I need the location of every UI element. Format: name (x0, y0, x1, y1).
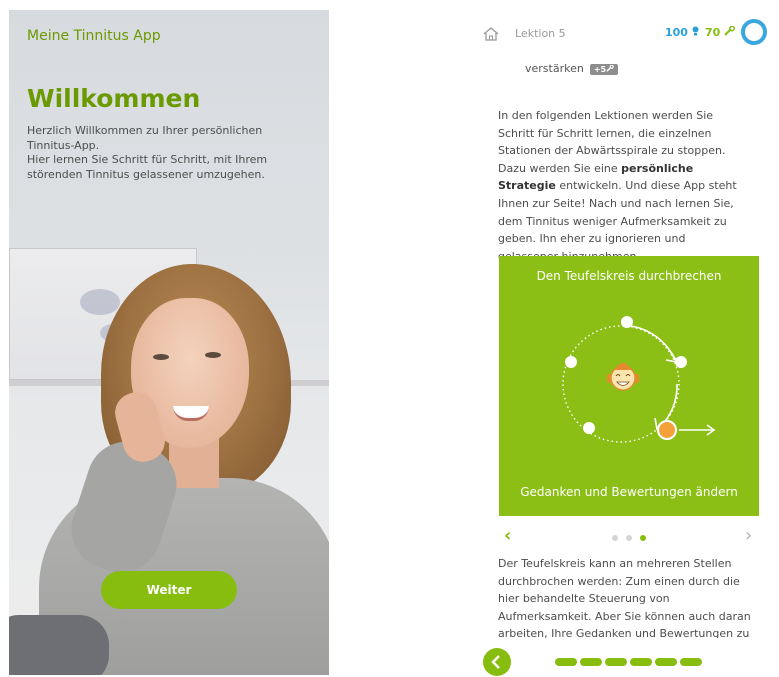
lesson-label: Lektion 5 (515, 27, 566, 40)
right-eye (205, 352, 221, 358)
woman-photo (9, 242, 329, 675)
points-value: 100 (665, 26, 688, 39)
wrench-icon (606, 64, 614, 72)
chevron-left-icon (491, 655, 500, 669)
smiling-face-icon (607, 363, 639, 391)
progress-segment (555, 658, 577, 666)
cycle-node (565, 356, 577, 368)
progress-segment (655, 658, 677, 666)
top-bar: Lektion 5 100 70 (469, 14, 779, 50)
chevron-left-icon[interactable]: ‹ (504, 527, 511, 545)
lesson-content[interactable]: verstärken +5 In den folgenden Lektionen … (475, 55, 775, 638)
progress-segment (580, 658, 602, 666)
bonus-badge: +5 (589, 64, 619, 75)
progress-segment (605, 658, 627, 666)
progress-segment (630, 658, 652, 666)
welcome-screen: Meine Tinnitus App Willkommen Herzlich W… (9, 10, 329, 675)
carousel-pager: ‹ › (475, 527, 775, 547)
chevron-right-icon[interactable]: › (745, 527, 752, 545)
progress-ring-icon[interactable] (741, 19, 767, 45)
tools-value: 70 (705, 26, 721, 39)
carousel-dot[interactable] (626, 535, 632, 541)
wrench-icon (724, 25, 736, 39)
bulb-icon (692, 26, 699, 39)
previous-line-text: verstärken (525, 62, 584, 75)
card-subtitle: Gedanken und Bewertungen ändern (520, 485, 738, 499)
carousel-dot[interactable] (612, 535, 618, 541)
back-button[interactable] (483, 648, 511, 676)
intro-line-2: Hier lernen Sie Schritt für Schritt, mit… (27, 153, 268, 181)
intro-line-1: Herzlich Willkommen zu Ihrer persönliche… (27, 124, 263, 152)
home-icon[interactable] (483, 26, 499, 45)
cycle-node (583, 422, 595, 434)
welcome-intro: Herzlich Willkommen zu Ihrer persönliche… (27, 124, 292, 182)
progress-segment (680, 658, 702, 666)
bottom-bar (469, 638, 779, 677)
bonus-badge-value: +5 (593, 65, 607, 74)
points-counter: 100 (665, 26, 699, 39)
lesson-screen: Lektion 5 100 70 verstärken +5 In den fol… (469, 0, 779, 677)
lesson-paragraph-1: In den folgenden Lektionen werden Sie Sc… (498, 107, 748, 265)
left-eye (153, 354, 169, 360)
cycle-diagram (562, 316, 716, 443)
previous-line: verstärken +5 (525, 62, 619, 75)
chair (9, 615, 109, 675)
lesson-paragraph-2: Der Teufelskreis kann an mehreren Stelle… (498, 557, 751, 638)
carousel-dot-active[interactable] (640, 535, 646, 541)
vicious-circle-card[interactable]: Den Teufelskreis durchbrechen Gedanken u… (499, 256, 759, 516)
app-title: Meine Tinnitus App (27, 28, 161, 44)
cycle-break-node (657, 420, 677, 440)
welcome-title: Willkommen (27, 84, 201, 113)
tools-counter: 70 (705, 25, 736, 39)
cycle-node (675, 356, 687, 368)
continue-button[interactable]: Weiter (101, 571, 237, 609)
cycle-node (621, 316, 633, 328)
